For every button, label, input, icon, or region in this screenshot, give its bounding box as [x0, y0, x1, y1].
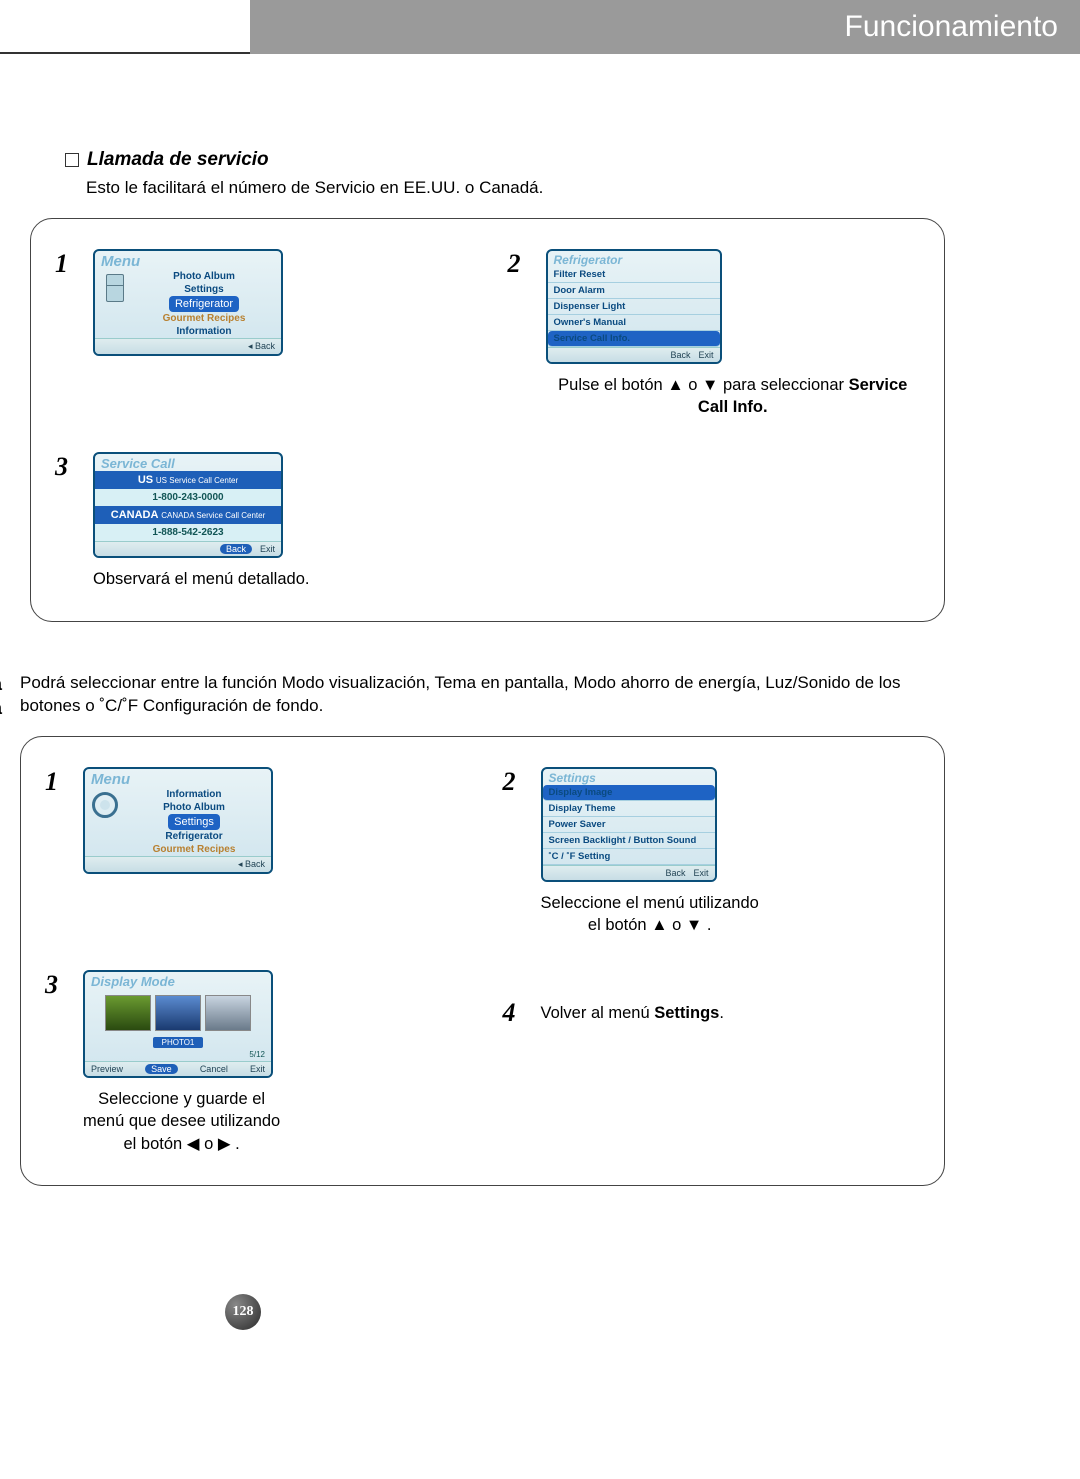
list-item-selected: Display Image [543, 785, 715, 801]
step-number: 3 [45, 970, 69, 1000]
list-item: Display Theme [543, 801, 715, 817]
s2-step-2: 2 Settings Display Image Display Theme P… [503, 767, 921, 937]
exit-label: Exit [260, 544, 275, 554]
screen-title: Settings [543, 769, 715, 785]
menu-item: Photo Album [121, 801, 267, 814]
menu-item: Information [121, 788, 267, 801]
menu-item: Photo Album [131, 270, 277, 283]
left-triangle-icon [187, 1135, 200, 1153]
cancel-label: Cancel [200, 1064, 228, 1074]
s2-step3-caption: Seleccione y guarde el menú que desee ut… [83, 1088, 280, 1155]
down-triangle-icon [686, 916, 702, 934]
list-item: ˚C / ˚F Setting [543, 849, 715, 865]
s2-step-3: 3 Display Mode PHOTO1 [45, 970, 463, 1155]
us-band: US US Service Call Center [95, 471, 281, 489]
list-item: Power Saver [543, 817, 715, 833]
menu-item-selected: Settings [168, 814, 220, 830]
step-2: 2 Refrigerator Filter Reset Door Alarm D… [508, 249, 921, 419]
subheading-row: Llamada de servicio [65, 149, 945, 171]
subheading: Llamada de servicio [87, 149, 269, 171]
list-item: Owner's Manual [548, 315, 720, 331]
menu-item: Refrigerator [121, 830, 267, 843]
canada-phone: 1-888-542-2623 [95, 524, 281, 541]
up-triangle-icon [667, 376, 683, 394]
list-item-selected: Service Call Info. [548, 331, 720, 347]
down-triangle-icon [702, 376, 718, 394]
thumbnail-icon [205, 995, 251, 1031]
screen-title: Menu [85, 769, 271, 788]
step-number: 1 [55, 249, 79, 279]
canada-band: CANADA CANADA Service Call Center [95, 506, 281, 524]
screen-title: Service Call [95, 454, 281, 471]
photo-label: PHOTO1 [153, 1037, 203, 1048]
step3-caption: Observará el menú detallado. [93, 568, 309, 590]
square-bullet-icon [65, 153, 79, 167]
step-3: 3 Service Call US US Service Call Center… [55, 452, 468, 590]
back-label: ◂ Back [238, 859, 265, 870]
page-number-badge: 128 [225, 1294, 261, 1330]
section2-side-heading: Configuración de la pantalla [0, 672, 20, 1226]
page-number: 128 [225, 1294, 261, 1330]
screen-refrigerator-list: Refrigerator Filter Reset Door Alarm Dis… [546, 249, 722, 364]
section1-intro: Esto le facilitará el número de Servicio… [86, 177, 945, 200]
s2-step4-caption: Volver al menú Settings. [541, 1002, 724, 1024]
page-header: Funcionamiento [0, 0, 1080, 54]
s2-step2-caption: Seleccione el menú utilizando el botón o… [541, 892, 759, 937]
exit-label: Exit [250, 1064, 265, 1074]
step-number: 2 [508, 249, 532, 279]
screen-menu-refrigerator: Menu Photo Album Settings Refrigerator G… [93, 249, 283, 356]
menu-item-selected: Refrigerator [169, 296, 239, 312]
s2-step-4: 4 Volver al menú Settings. [503, 998, 921, 1028]
exit-label: Exit [693, 868, 708, 878]
screen-display-mode: Display Mode PHOTO1 5/12 [83, 970, 273, 1078]
screen-title: Refrigerator [548, 251, 720, 267]
step-number: 3 [55, 452, 79, 482]
list-item: Door Alarm [548, 283, 720, 299]
save-pill: Save [145, 1064, 178, 1074]
s2-step-1: 1 Menu Information Photo Album Settings [45, 767, 463, 874]
step2-caption: Pulse el botón o para seleccionar Servic… [546, 374, 921, 419]
screen-service-call: Service Call US US Service Call Center 1… [93, 452, 283, 558]
back-label: Back [665, 868, 685, 878]
right-triangle-icon [218, 1135, 231, 1153]
header-title: Funcionamiento [250, 0, 1080, 54]
menu-item: Settings [131, 283, 277, 296]
back-label: Back [670, 350, 690, 360]
photo-counter: 5/12 [85, 1050, 271, 1061]
section1-panel: 1 Menu Photo Album Settings Refrigerator… [30, 218, 945, 622]
thumbnail-icon [155, 995, 201, 1031]
preview-label: Preview [91, 1064, 123, 1074]
list-item: Filter Reset [548, 267, 720, 283]
step-number: 1 [45, 767, 69, 797]
gear-icon [92, 792, 118, 818]
refrigerator-icon [106, 274, 124, 302]
header-left-rule [0, 0, 250, 54]
exit-label: Exit [698, 350, 713, 360]
up-triangle-icon [651, 916, 667, 934]
screen-menu-settings: Menu Information Photo Album Settings Re… [83, 767, 273, 874]
menu-item: Information [131, 325, 277, 338]
screen-title: Display Mode [85, 972, 271, 989]
section2-intro: Podrá seleccionar entre la función Modo … [20, 672, 945, 718]
step-1: 1 Menu Photo Album Settings Refrigerator… [55, 249, 468, 356]
step-number: 2 [503, 767, 527, 797]
list-item: Dispenser Light [548, 299, 720, 315]
list-item: Screen Backlight / Button Sound [543, 833, 715, 849]
back-label: ◂ Back [248, 341, 275, 352]
section2-panel: 1 Menu Information Photo Album Settings [20, 736, 945, 1186]
back-pill: Back [220, 544, 252, 554]
menu-item: Gourmet Recipes [131, 312, 277, 325]
thumbnail-icon [105, 995, 151, 1031]
us-phone: 1-800-243-0000 [95, 489, 281, 506]
step-number: 4 [503, 998, 527, 1028]
screen-title: Menu [95, 251, 281, 270]
menu-item: Gourmet Recipes [121, 843, 267, 856]
screen-settings-list: Settings Display Image Display Theme Pow… [541, 767, 717, 882]
